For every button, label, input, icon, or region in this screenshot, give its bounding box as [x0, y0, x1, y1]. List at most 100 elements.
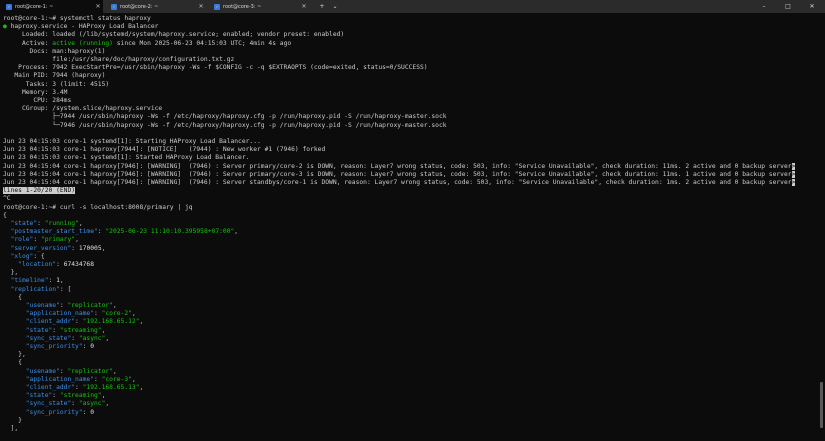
terminal-text: 0 [90, 343, 95, 350]
terminal-text: { [3, 359, 22, 367]
terminal-text: file:/usr/share/doc/haproxy/configuratio… [3, 56, 235, 63]
terminal-line: "replication": [ [3, 285, 72, 294]
terminal-text: "application_name" [25, 310, 94, 318]
terminal-text: Process: 7942 ExecStartPre=/usr/sbin/hap… [3, 64, 428, 72]
new-tab-button[interactable]: + [316, 0, 328, 13]
tab-label: root@core-1: ~ [15, 3, 54, 10]
terminal-line: ● haproxy.service - HAProxy Load Balance… [3, 23, 158, 31]
terminal-line: "client_addr": "192.168.65.12", [3, 318, 144, 326]
terminal-text: "primary" [40, 236, 76, 244]
terminal-line: }, [3, 351, 26, 359]
terminal-text: }, [3, 351, 26, 359]
terminal-text: Jun 23 04:15:03 core-1 haproxy[7944]: [N… [3, 146, 326, 154]
terminal-line: Jun 23 04:15:04 core-1 haproxy[7946]: [W… [3, 170, 796, 179]
tab-core-1[interactable]: › root@core-1: ~ ✕ [0, 0, 103, 13]
terminal-text: "state" [25, 326, 53, 334]
terminal-line: Jun 23 04:15:03 core-1 systemd[1]: Start… [3, 138, 261, 146]
terminal-text: : [75, 384, 83, 391]
tab-core-2[interactable]: › root@core-2: ~ ✕ [105, 0, 206, 13]
terminal-text: "usename" [25, 302, 60, 309]
terminal-text: "sync_priority" [25, 408, 83, 416]
terminal-text: root@core-1:~# systemctl status haproxy [3, 15, 151, 22]
terminal-line: Main PID: 7944 (haproxy) [3, 72, 105, 80]
terminal-text: lines 1-20/20 (END) [3, 187, 76, 195]
terminal-text: active (running) [52, 39, 113, 47]
terminal-text: , [139, 384, 144, 391]
terminal-output[interactable]: root@core-1:~# systemctl status haproxy ●… [3, 15, 815, 441]
terminal-text: , [101, 326, 106, 334]
terminal-text: "replication" [10, 285, 60, 293]
terminal-text: "postmaster_start_time" [10, 228, 98, 236]
terminal-text: , [75, 236, 79, 244]
terminal-text: "replicator" [67, 367, 113, 375]
terminal-text: "async" [78, 334, 106, 342]
terminal-line: Jun 23 04:15:04 core-1 haproxy[7946]: [W… [3, 162, 796, 171]
terminal-text: }, [3, 269, 19, 277]
terminal-text: > [791, 179, 796, 186]
terminal-text: Jun 23 04:15:04 core-1 haproxy[7946]: [W… [3, 170, 792, 178]
close-icon[interactable]: ✕ [299, 3, 309, 10]
terminal-text: since Mon 2025-06-23 04:15:03 UTC; 4min … [112, 39, 292, 47]
terminal-text: { [3, 293, 22, 301]
terminal-text: CPU: 284ms [3, 97, 72, 104]
scrollbar[interactable] [820, 382, 823, 428]
terminal-text: 170005 [78, 244, 102, 252]
terminal-line: Jun 23 04:15:04 core-1 haproxy[7946]: [W… [3, 179, 796, 187]
close-icon[interactable]: ✕ [93, 3, 103, 10]
terminal-text: : [52, 326, 60, 334]
terminal-line: "sync_state": "async", [3, 400, 109, 408]
terminal-line: file:/usr/share/doc/haproxy/configuratio… [3, 56, 234, 64]
terminal-icon: › [214, 3, 220, 10]
terminal-text: : { [33, 252, 45, 260]
terminal-text: Memory: 3.4M [3, 88, 68, 96]
terminal-text: , [78, 220, 83, 227]
terminal-text: : [75, 318, 83, 326]
maximize-button[interactable]: □ [776, 0, 800, 13]
terminal-text: , [101, 244, 106, 252]
terminal-text: Loaded: loaded (/lib/systemd/system/hapr… [3, 31, 345, 39]
close-icon[interactable]: ✕ [196, 3, 206, 10]
terminal-text: "xlog" [10, 252, 34, 260]
terminal-line: "role": "primary", [3, 236, 79, 244]
terminal-text: : [52, 392, 60, 400]
tab-core-3[interactable]: › root@core-3: ~ ✕ [208, 0, 309, 13]
terminal-line: { [3, 359, 22, 367]
tab-dropdown-button[interactable]: ⌄ [329, 0, 341, 13]
terminal-text: Jun 23 04:15:04 core-1 haproxy[7946]: [W… [3, 162, 792, 170]
terminal-text: "application_name" [25, 375, 94, 383]
terminal-line: "location": 67434768 [3, 261, 94, 269]
terminal-text: > [791, 170, 796, 178]
terminal-text: Jun 23 04:15:04 core-1 haproxy[7946]: [W… [3, 179, 792, 186]
terminal-line: "server_version": 170005, [3, 244, 106, 253]
minimize-button[interactable]: – [752, 0, 776, 13]
tab-label: root@core-2: ~ [120, 3, 159, 10]
terminal-line: Loaded: loaded (/lib/systemd/system/hapr… [3, 31, 344, 39]
terminal-text: haproxy.service - HAProxy Load Balancer [6, 23, 159, 31]
terminal-text: root@core-1:~# curl -s localhost:8008/pr… [3, 203, 193, 211]
terminal-text: "running" [44, 220, 79, 227]
terminal-text: : [56, 261, 64, 268]
terminal-line: "usename": "replicator", [3, 302, 117, 310]
terminal-line: "sync_priority": 0 [3, 343, 94, 351]
terminal-text: : [33, 236, 41, 244]
terminal-text: "replicator" [67, 302, 113, 309]
terminal-line: }, [3, 269, 19, 277]
terminal-line: "state": "streaming", [3, 392, 106, 400]
close-window-button[interactable]: ✕ [800, 0, 824, 13]
terminal-text: ├─7944 /usr/sbin/haproxy -Ws -f /etc/hap… [3, 113, 447, 121]
terminal-text: Jun 23 04:15:03 core-1 systemd[1]: Start… [3, 154, 250, 162]
terminal-line: "sync_state": "async", [3, 335, 109, 343]
terminal-line: "postmaster_start_time": "2025-06-23 11:… [3, 228, 239, 236]
terminal-text: , [105, 400, 110, 408]
terminal-line: root@core-1:~# curl -s localhost:8008/pr… [3, 204, 193, 212]
terminal-text: "server_version" [10, 244, 72, 252]
terminal-line: "state": "running", [3, 220, 83, 228]
terminal-text: > [791, 162, 796, 170]
